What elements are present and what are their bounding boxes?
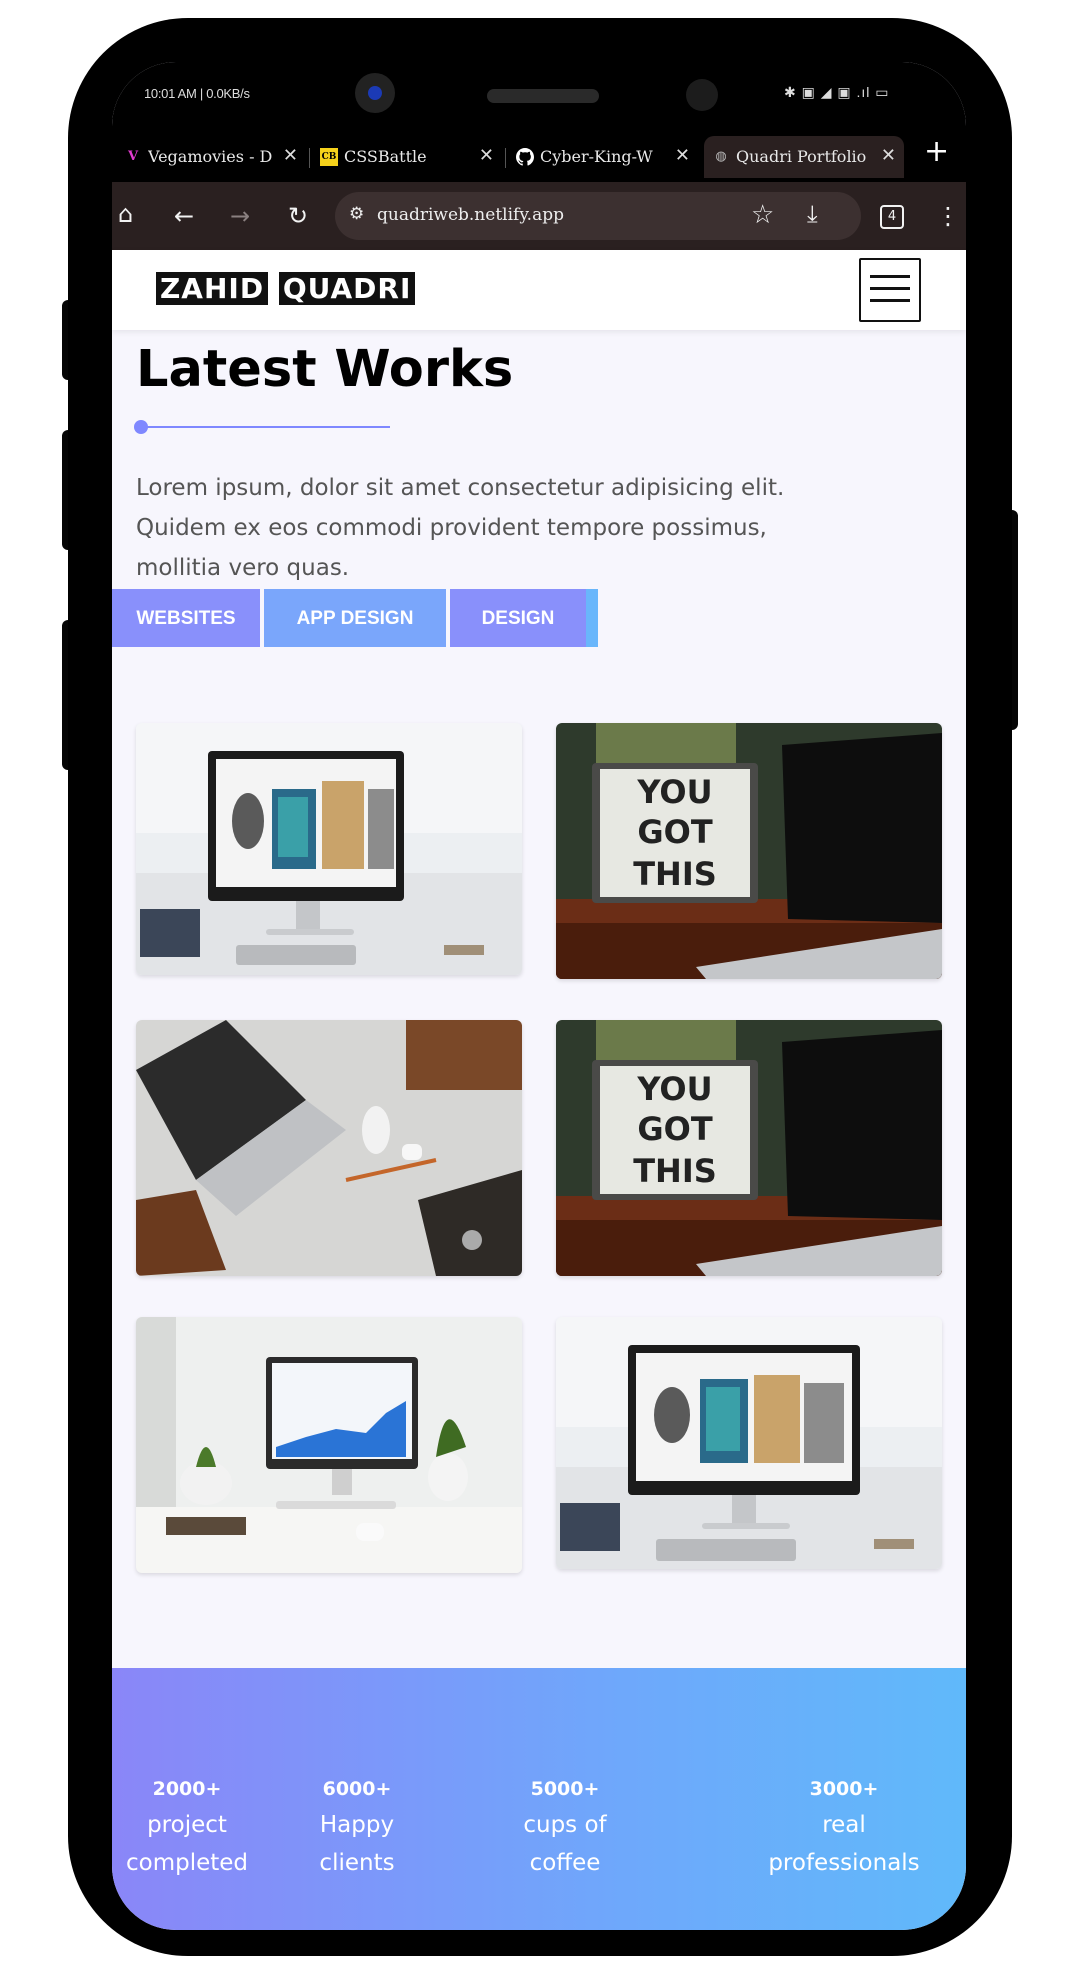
status-icons: ✱ ▣ ◢ ▣ .ıl ▭	[784, 84, 890, 100]
lightbox-letters-you: YOU	[636, 773, 712, 811]
site-logo[interactable]: ZAHID QUADRI	[156, 272, 416, 305]
portfolio-item-imac-chart[interactable]	[136, 1317, 522, 1573]
logo-second-word: QUADRI	[278, 272, 416, 305]
download-icon[interactable]: ⤓	[807, 200, 818, 228]
title-underline	[140, 426, 390, 428]
status-bar: 10:01 AM | 0.0KB/s ✱ ▣ ◢ ▣ .ıl ▭	[112, 62, 966, 128]
reload-icon[interactable]: ↻	[288, 202, 308, 230]
section-title: Latest Works	[136, 340, 514, 399]
close-tab-icon[interactable]: ✕	[675, 145, 690, 166]
stat-label: Happy	[319, 1812, 395, 1838]
earpiece-speaker	[487, 89, 599, 103]
stat-label: professionals	[768, 1850, 920, 1876]
portfolio-item-laptop-flatlay[interactable]	[136, 1020, 522, 1276]
stat-number: 6000+	[322, 1778, 392, 1800]
tab-label: Quadri Portfolio	[736, 147, 866, 166]
stat-number: 3000+	[809, 1778, 879, 1800]
cssbattle-favicon-icon: CB	[320, 148, 338, 166]
tab-label: Vegamovies - D	[148, 147, 273, 166]
bookmark-star-icon[interactable]: ☆	[751, 200, 774, 230]
stat-label: coffee	[529, 1850, 601, 1876]
back-arrow-icon[interactable]: ←	[174, 202, 194, 230]
section-description: Lorem ipsum, dolor sit amet consectetur …	[136, 475, 785, 581]
tab-quadri-portfolio[interactable]: ◍ Quadri Portfolio ✕	[704, 136, 904, 178]
site-settings-icon[interactable]: ⚙	[349, 204, 364, 224]
browser-tab-strip: V Vegamovies - D ✕ CB CSSBattle ✕ Cyber-…	[112, 128, 966, 186]
filter-app-design-button[interactable]: APP DESIGN	[264, 589, 446, 647]
tab-github[interactable]: Cyber-King-W ✕	[508, 136, 698, 178]
stat-clients: 6000+ Happy clients	[282, 1772, 432, 1882]
close-tab-icon[interactable]: ✕	[479, 145, 494, 166]
filter-design-button[interactable]: DESIGN	[450, 589, 586, 647]
site-header: ZAHID QUADRI	[112, 250, 966, 330]
globe-icon: ◍	[715, 149, 727, 164]
url-text[interactable]: quadriweb.netlify.app	[377, 205, 564, 225]
stat-coffee: 5000+ cups of coffee	[490, 1772, 640, 1882]
stats-banner: 2000+ project completed 6000+ Happy clie…	[112, 1668, 966, 1930]
lightbox-letters-this: THIS	[633, 1152, 717, 1190]
tab-switcher-icon[interactable]: 4	[880, 205, 904, 229]
close-tab-icon[interactable]: ✕	[283, 145, 298, 166]
hamburger-menu-button[interactable]	[859, 258, 921, 322]
tab-cssbattle[interactable]: CB CSSBattle ✕	[312, 136, 502, 178]
close-tab-icon[interactable]: ✕	[881, 145, 896, 166]
menu-line	[870, 275, 910, 278]
address-bar[interactable]: ⚙ quadriweb.netlify.app ☆ ⤓	[335, 192, 861, 240]
tab-separator	[505, 148, 506, 168]
tab-vegamovies[interactable]: V Vegamovies - D ✕	[116, 136, 306, 178]
portfolio-item-you-got-this[interactable]: YOU GOT THIS	[556, 723, 942, 979]
menu-line	[870, 299, 910, 302]
more-menu-icon[interactable]: ⋮	[936, 202, 960, 230]
stat-label: project	[147, 1812, 227, 1838]
portfolio-item-imac-gallery[interactable]	[556, 1317, 942, 1569]
portfolio-item-you-got-this[interactable]: YOU GOT THIS	[556, 1020, 942, 1276]
vegamovies-favicon-icon: V	[127, 149, 139, 164]
portfolio-item-imac-gallery[interactable]	[136, 723, 522, 975]
tab-label: Cyber-King-W	[540, 147, 653, 166]
github-icon	[516, 148, 534, 166]
proximity-sensor	[686, 79, 718, 111]
menu-line	[870, 287, 910, 290]
stat-label: completed	[125, 1850, 249, 1876]
front-camera	[355, 73, 395, 113]
lightbox-letters-you: YOU	[636, 1070, 712, 1108]
lightbox-letters-got: GOT	[637, 813, 712, 851]
filter-websites-button[interactable]: WEBSITES	[112, 589, 260, 647]
title-underline-dot	[134, 420, 148, 434]
browser-toolbar: ⌂ ← → ↻ ⚙ quadriweb.netlify.app ☆ ⤓ 4 ⋮	[112, 182, 966, 250]
forward-arrow-icon[interactable]: →	[230, 202, 250, 230]
phone-screen: 10:01 AM | 0.0KB/s ✱ ▣ ◢ ▣ .ıl ▭ V Vegam…	[112, 62, 966, 1930]
logo-first-word: ZAHID	[156, 272, 269, 305]
stat-label: clients	[319, 1850, 395, 1876]
new-tab-icon[interactable]: +	[924, 134, 949, 169]
tab-separator	[309, 148, 310, 168]
filter-extra-button[interactable]	[586, 589, 598, 647]
lightbox-letters-this: THIS	[633, 855, 717, 893]
stat-projects: 2000+ project completed	[112, 1772, 262, 1882]
lightbox-letters-got: GOT	[637, 1110, 712, 1148]
stat-label: cups of	[523, 1812, 607, 1838]
tab-label: CSSBattle	[344, 147, 427, 166]
stat-label: real	[822, 1812, 866, 1838]
stat-number: 5000+	[530, 1778, 600, 1800]
stat-number: 2000+	[152, 1778, 222, 1800]
stat-professionals: 3000+ real professionals	[752, 1772, 936, 1882]
status-time: 10:01 AM | 0.0KB/s	[144, 86, 250, 101]
home-icon[interactable]: ⌂	[118, 200, 133, 228]
